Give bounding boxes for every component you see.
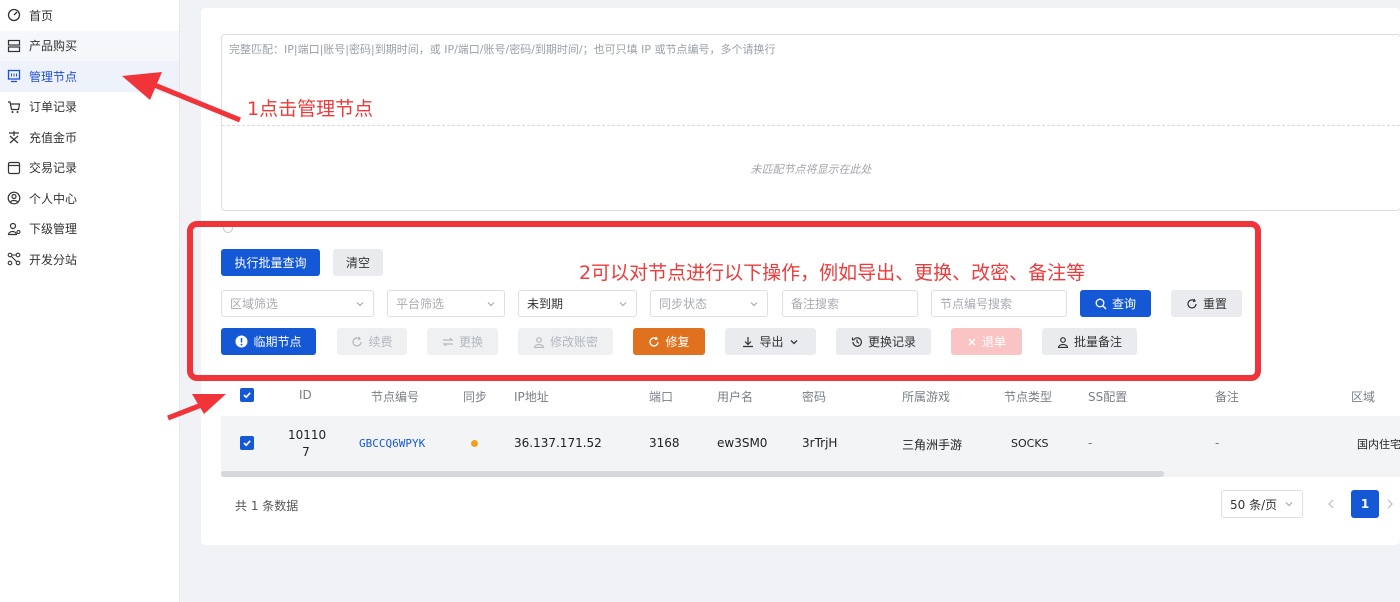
annotation-arrows bbox=[122, 72, 241, 421]
annotation-arrow-icon bbox=[167, 394, 226, 421]
annotation-arrow-icon bbox=[122, 72, 241, 123]
